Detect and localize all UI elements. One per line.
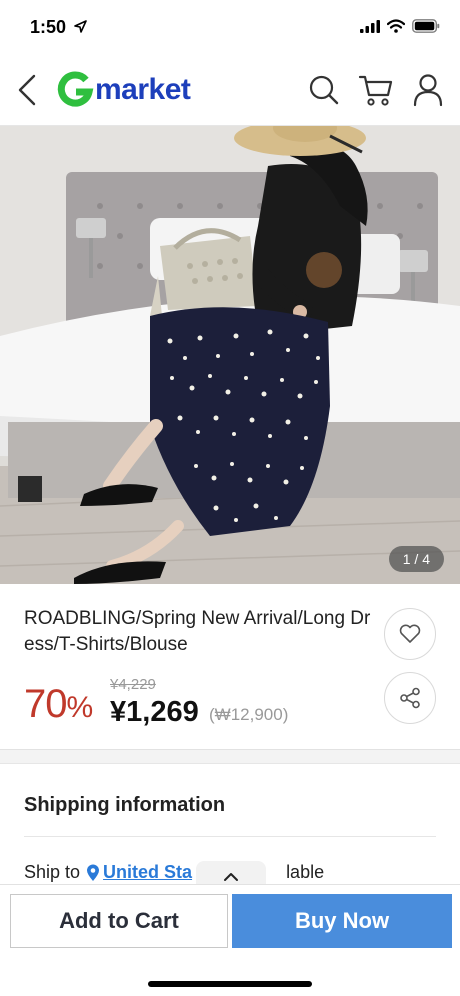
discount-number: 70 [24,682,67,726]
account-button[interactable] [410,72,446,108]
status-time: 1:50 [30,17,67,37]
shipping-title: Shipping information [24,794,226,816]
add-to-cart-button[interactable]: Add to Cart [10,894,228,948]
home-indicator[interactable] [148,981,312,987]
signal-icon [360,19,380,33]
bottom-action-bar: Add to Cart Buy Now [0,884,460,996]
cart-button[interactable] [358,72,394,108]
back-button[interactable] [10,70,44,110]
image-counter: 1 / 4 [388,546,444,572]
product-title: ROADBLING/Spring New Arrival/Long Dress/… [24,608,371,655]
buy-now-button[interactable]: Buy Now [232,894,452,948]
app-header: market [0,56,460,126]
search-button[interactable] [306,72,342,108]
chevron-up-icon [224,873,238,881]
krw-price: (₩12,900) [209,705,289,724]
logo-wordmark: market [95,73,191,106]
gmarket-logo[interactable]: market [56,68,191,112]
discount-rate: 70% [24,682,94,727]
status-bar: 1:50 [0,0,460,56]
product-info: ROADBLING/Spring New Arrival/Long Dress/… [0,584,460,750]
cart-icon [358,75,393,106]
ship-to-label: Ship to [24,862,81,882]
location-pin-icon [87,864,100,881]
ship-to-availability: lable [286,862,325,882]
ship-to-row: Ship to United Sta lable [24,862,324,883]
header-actions [306,72,446,108]
share-button[interactable] [384,672,436,724]
wishlist-button[interactable] [384,608,436,660]
section-divider [0,750,460,764]
ship-to-country-link[interactable]: United Sta [103,862,192,883]
original-price: ¥4,229 [110,676,156,693]
wifi-icon [387,19,405,33]
sale-price: ¥1,269 [110,696,199,728]
status-indicators [360,19,440,33]
product-image-carousel[interactable]: 1 / 4 [0,126,460,584]
product-photo [0,126,460,584]
search-icon [309,75,339,105]
shipping-divider [24,836,436,837]
share-icon [400,687,420,709]
battery-icon [412,19,440,33]
user-icon [413,74,443,107]
discount-percent-sign: % [66,691,94,724]
heart-icon [399,624,421,643]
location-arrow-icon [74,20,87,33]
logo-g-mark [57,71,94,107]
chevron-left-icon [18,74,36,106]
